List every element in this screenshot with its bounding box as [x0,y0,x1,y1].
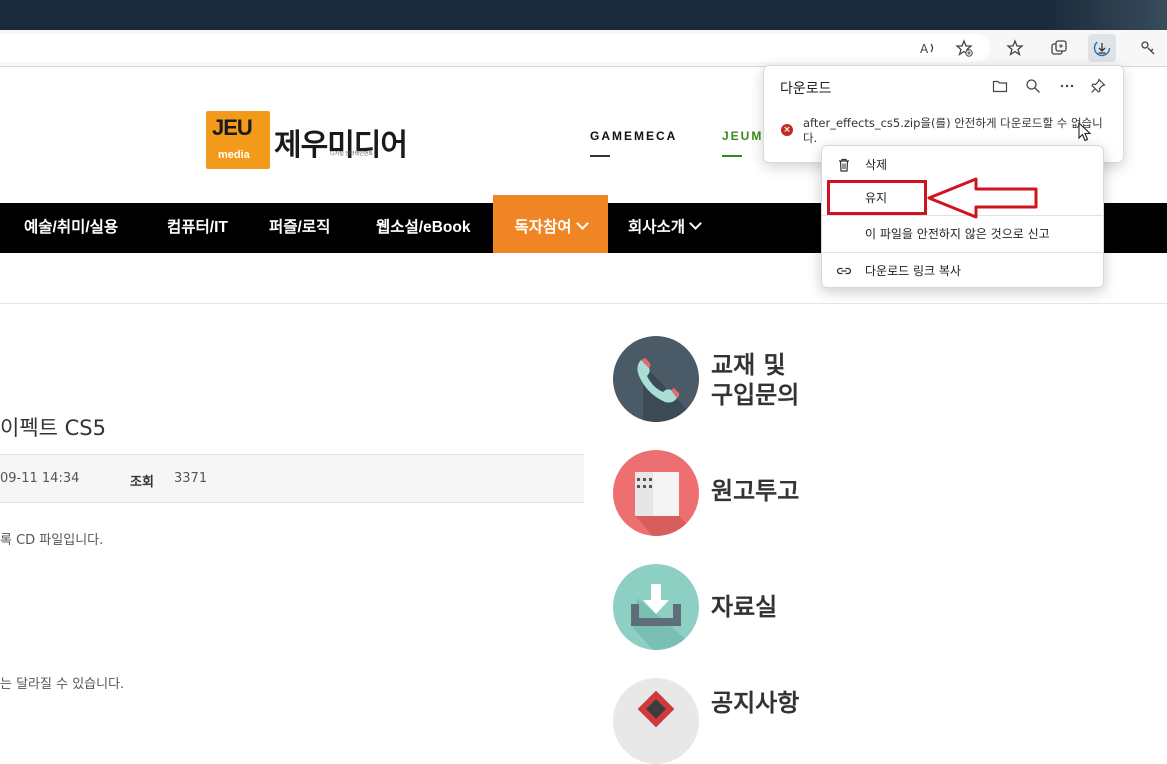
search-icon[interactable] [1022,75,1044,97]
nav-label: 퍼즐/로직 [269,219,331,236]
browser-toolbar: A [0,30,1167,67]
side-menu-label: 자료실 [711,593,778,621]
downloads-title: 다운로드 [780,81,832,97]
article-date: 09-11 14:34 [0,471,80,486]
more-options-icon[interactable] [1056,75,1078,97]
logo-mark-subtext: media [218,149,250,161]
menu-item-label: 다운로드 링크 복사 [865,264,961,278]
menu-item-label: 삭제 [865,158,888,172]
pin-icon[interactable] [1087,75,1109,97]
menu-item-label: 이 파일을 안전하지 않은 것으로 신고 [865,227,1050,241]
chevron-down-icon [575,217,589,230]
nav-label: 컴퓨터/IT [167,219,228,236]
read-aloud-icon[interactable]: A [914,34,942,62]
menu-separator [822,252,1103,253]
side-menu-label: 공지사항 [711,689,800,717]
extensions-icon[interactable] [1134,34,1162,62]
error-icon: × [781,124,793,136]
annotation-highlight-box [827,180,927,215]
nav-label: 독자참여 [514,219,572,236]
side-menu-label: 교재 및 [711,351,786,379]
titlebar-shade [1047,0,1167,30]
partner-underline [722,155,742,157]
menu-item-report-unsafe[interactable]: 이 파일을 안전하지 않은 것으로 신고 [822,219,1103,249]
views-count: 3371 [174,471,208,486]
manuscript-icon[interactable] [613,450,699,536]
nav-item-computer[interactable]: 컴퓨터/IT [167,203,228,253]
chevron-down-icon [689,217,702,230]
side-menu-archive[interactable]: 자료실 [711,592,777,622]
nav-item-reader[interactable]: 독자참여 [493,195,608,253]
favorites-icon[interactable] [1001,34,1029,62]
menu-item-copy-link[interactable]: 다운로드 링크 복사 [822,256,1103,286]
article-body-line: 는 달라질 수 있습니다. [0,677,125,692]
side-menu-inquiry[interactable]: 교재 및 구입문의 [711,350,799,410]
folder-icon[interactable] [989,75,1011,97]
nav-item-company[interactable]: 회사소개 [628,203,702,253]
browser-titlebar [0,0,1167,30]
side-menu-label: 구입문의 [711,381,800,409]
site-logo-title[interactable]: 제우미디어 [274,120,408,164]
article-meta: 09-11 14:34 조회 3371 [0,454,584,503]
download-box-icon[interactable] [613,564,699,650]
nav-label: 웹소설/eBook [376,219,471,236]
side-menu-manuscript[interactable]: 원고투고 [711,476,799,506]
add-favorite-icon[interactable] [950,34,978,62]
nav-item-arts[interactable]: 예술/취미/실용 [24,203,118,253]
nav-label: 회사소개 [628,219,686,236]
article-body-line: 록 CD 파일입니다. [0,533,104,548]
nav-label: 예술/취미/실용 [24,219,119,236]
content-divider [0,303,1167,304]
side-menu-label: 원고투고 [711,477,800,505]
link-icon [836,267,852,275]
notice-icon[interactable] [613,678,699,764]
logo-mark-text: JEU [212,115,253,140]
site-logo-mark[interactable]: JEU media [206,111,270,169]
annotation-arrow-icon [927,177,1038,219]
address-bar[interactable] [0,34,990,62]
site-logo-tagline: 디지털 엔터테인먼트 [330,151,373,157]
views-label: 조회 [130,475,154,490]
download-item-message[interactable]: after_effects_cs5.zip을(를) 안전하게 다운로드할 수 없… [803,116,1115,146]
side-menu-notice[interactable]: 공지사항 [711,688,799,718]
partner-label: GAMEMECA [590,129,678,143]
partner-underline [590,155,610,157]
collections-icon[interactable] [1045,34,1073,62]
partner-link-gamemeca[interactable]: GAMEMECA [590,129,678,157]
trash-icon [839,158,849,172]
nav-item-puzzle[interactable]: 퍼즐/로직 [269,203,330,253]
article-title: 이펙트 CS5 [0,416,106,440]
mouse-cursor-icon [1078,122,1092,142]
svg-text:A: A [920,42,929,56]
nav-item-webnovel[interactable]: 웹소설/eBook [376,203,470,253]
downloads-icon[interactable] [1088,34,1116,62]
phone-icon[interactable] [613,336,699,422]
